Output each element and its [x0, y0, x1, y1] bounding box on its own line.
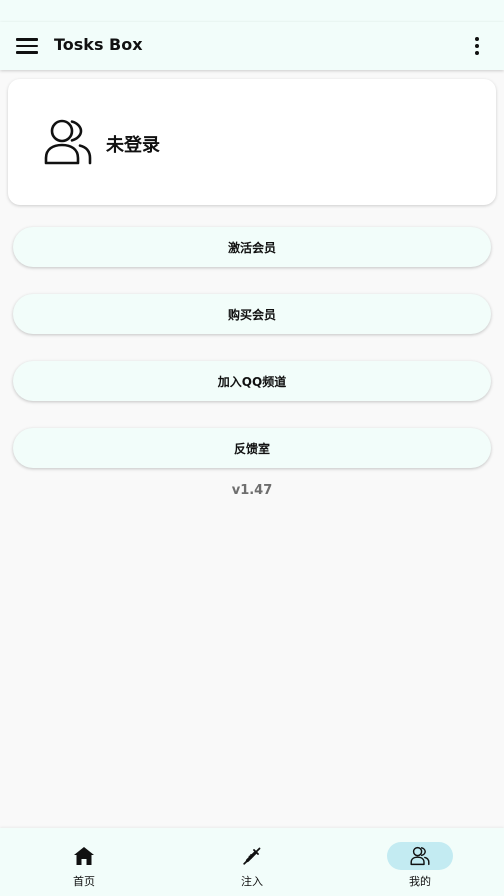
- nav-item-mine[interactable]: 我的: [336, 828, 504, 896]
- nav-label-inject: 注入: [241, 875, 263, 888]
- nav-item-inject[interactable]: 注入: [168, 828, 336, 896]
- nav-label-home: 首页: [73, 875, 95, 888]
- version-label: v1.47: [231, 483, 273, 498]
- users-icon: [44, 119, 92, 165]
- buy-membership-button[interactable]: 购买会员: [13, 294, 491, 334]
- home-icon: [74, 847, 94, 865]
- profile-card[interactable]: 未登录: [8, 79, 496, 205]
- activate-membership-button[interactable]: 激活会员: [13, 227, 491, 267]
- app-bar: Tosks Box: [0, 22, 504, 70]
- users-icon: [410, 846, 430, 866]
- join-qq-channel-button[interactable]: 加入QQ频道: [13, 361, 491, 401]
- nav-label-mine: 我的: [409, 875, 431, 888]
- bottom-navigation: 首页 注入 我的: [0, 828, 504, 896]
- nav-item-home[interactable]: 首页: [0, 828, 168, 896]
- app-title: Tosks Box: [54, 35, 143, 54]
- login-status: 未登录: [106, 135, 160, 156]
- status-bar: [0, 0, 504, 22]
- syringe-icon: [243, 847, 261, 865]
- more-vert-icon[interactable]: [466, 34, 488, 58]
- hamburger-menu-icon[interactable]: [16, 38, 38, 54]
- feedback-room-button[interactable]: 反馈室: [13, 428, 491, 468]
- nav-active-indicator: [387, 842, 453, 870]
